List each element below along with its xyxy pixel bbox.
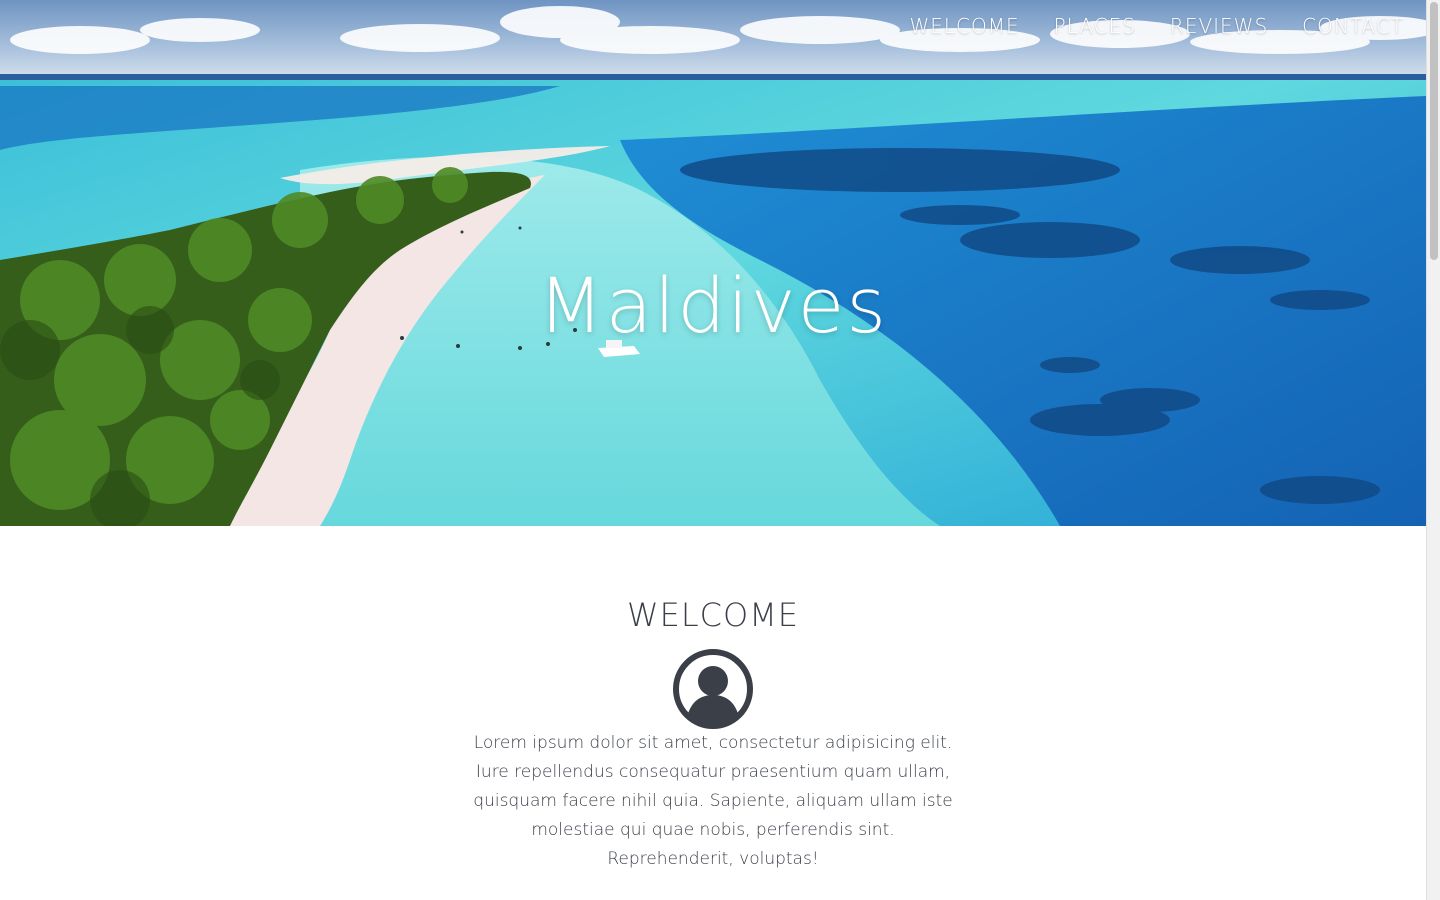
main-navigation: WELCOME PLACES REVIEWS CONTACT [909,14,1404,38]
hero-title: Maldives [538,260,888,350]
welcome-section: WELCOME Lorem ipsum dolor sit amet, cons… [0,526,1426,900]
nav-link-reviews[interactable]: REVIEWS [1170,14,1268,38]
nav-link-places[interactable]: PLACES [1054,14,1136,38]
page-scrollbar[interactable] [1426,0,1440,900]
hero-banner: WELCOME PLACES REVIEWS CONTACT Maldives [0,0,1426,526]
welcome-heading: WELCOME [626,596,800,634]
scrollbar-thumb[interactable] [1430,2,1438,260]
user-avatar-icon [673,649,753,729]
page: WELCOME PLACES REVIEWS CONTACT Maldives … [0,0,1440,900]
nav-link-contact[interactable]: CONTACT [1302,14,1404,38]
welcome-paragraph: Lorem ipsum dolor sit amet, consectetur … [473,733,953,869]
nav-link-welcome[interactable]: WELCOME [909,14,1019,38]
